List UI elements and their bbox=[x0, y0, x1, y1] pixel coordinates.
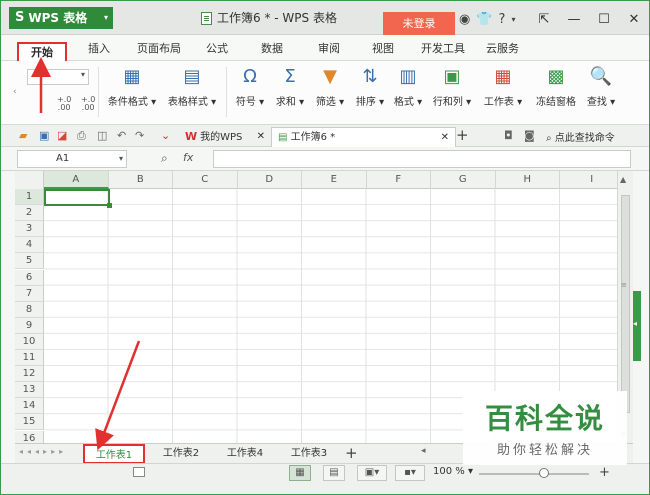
wps-window: S WPS 表格 ▾ 工作簿6 * - WPS 表格 未登录 ◉ 👕 ? ▾ ⇱… bbox=[0, 0, 650, 495]
annotation-arrows bbox=[31, 57, 141, 451]
arrow-to-sheet-tab bbox=[95, 340, 141, 451]
